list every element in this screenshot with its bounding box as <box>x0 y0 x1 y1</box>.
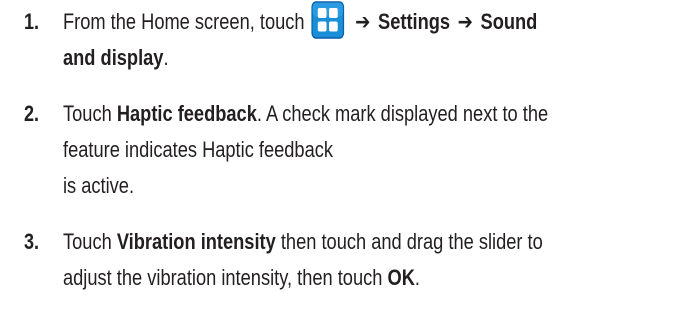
step-2-line-2: feature indicates Haptic feedback <box>63 137 334 162</box>
apps-grid-icon <box>311 1 345 39</box>
step-1-intro: From the Home screen, touch <box>63 9 305 34</box>
step-3-period: . <box>414 265 420 290</box>
vibration-intensity-label: Vibration intensity <box>116 229 276 254</box>
step-1-line-2: and display. <box>63 40 578 76</box>
settings-label: Settings <box>378 9 451 34</box>
step-3-rest: then touch and drag the slider to <box>280 229 543 254</box>
sound-label: Sound <box>480 9 538 34</box>
step-2-touch: Touch <box>63 101 112 126</box>
step-2-number: 2. <box>24 101 40 126</box>
step-1-period: . <box>163 45 169 70</box>
step-2-line-3: is active. <box>63 173 135 198</box>
instruction-steps: 1. From the Home screen, touch ➔ Setting… <box>0 0 688 315</box>
step-3-adjust: adjust the vibration intensity, then tou… <box>63 265 383 290</box>
step-3-line-1: Touch Vibration intensity then touch and… <box>63 224 578 260</box>
arrow-icon: ➔ <box>355 9 371 34</box>
step-1-line-1: From the Home screen, touch ➔ Settings ➔… <box>63 1 578 40</box>
step-2-rest: . A check mark displayed next to the <box>256 101 549 126</box>
step-2-line-1: Touch Haptic feedback. A check mark disp… <box>63 96 578 132</box>
step-3-touch: Touch <box>63 229 112 254</box>
step-1-text: From the Home screen, touch ➔ Settings ➔… <box>63 1 578 76</box>
step-3-text: Touch Vibration intensity then touch and… <box>63 224 578 296</box>
haptic-feedback-label: Haptic feedback <box>116 101 257 126</box>
step-1-number: 1. <box>24 9 40 34</box>
arrow-icon: ➔ <box>457 9 473 34</box>
ok-label: OK <box>387 265 415 290</box>
step-3-number: 3. <box>24 229 40 254</box>
step-3-line-2: adjust the vibration intensity, then tou… <box>63 260 578 296</box>
step-2-text: Touch Haptic feedback. A check mark disp… <box>63 96 578 204</box>
sound-and-display-label: and display <box>63 45 164 70</box>
